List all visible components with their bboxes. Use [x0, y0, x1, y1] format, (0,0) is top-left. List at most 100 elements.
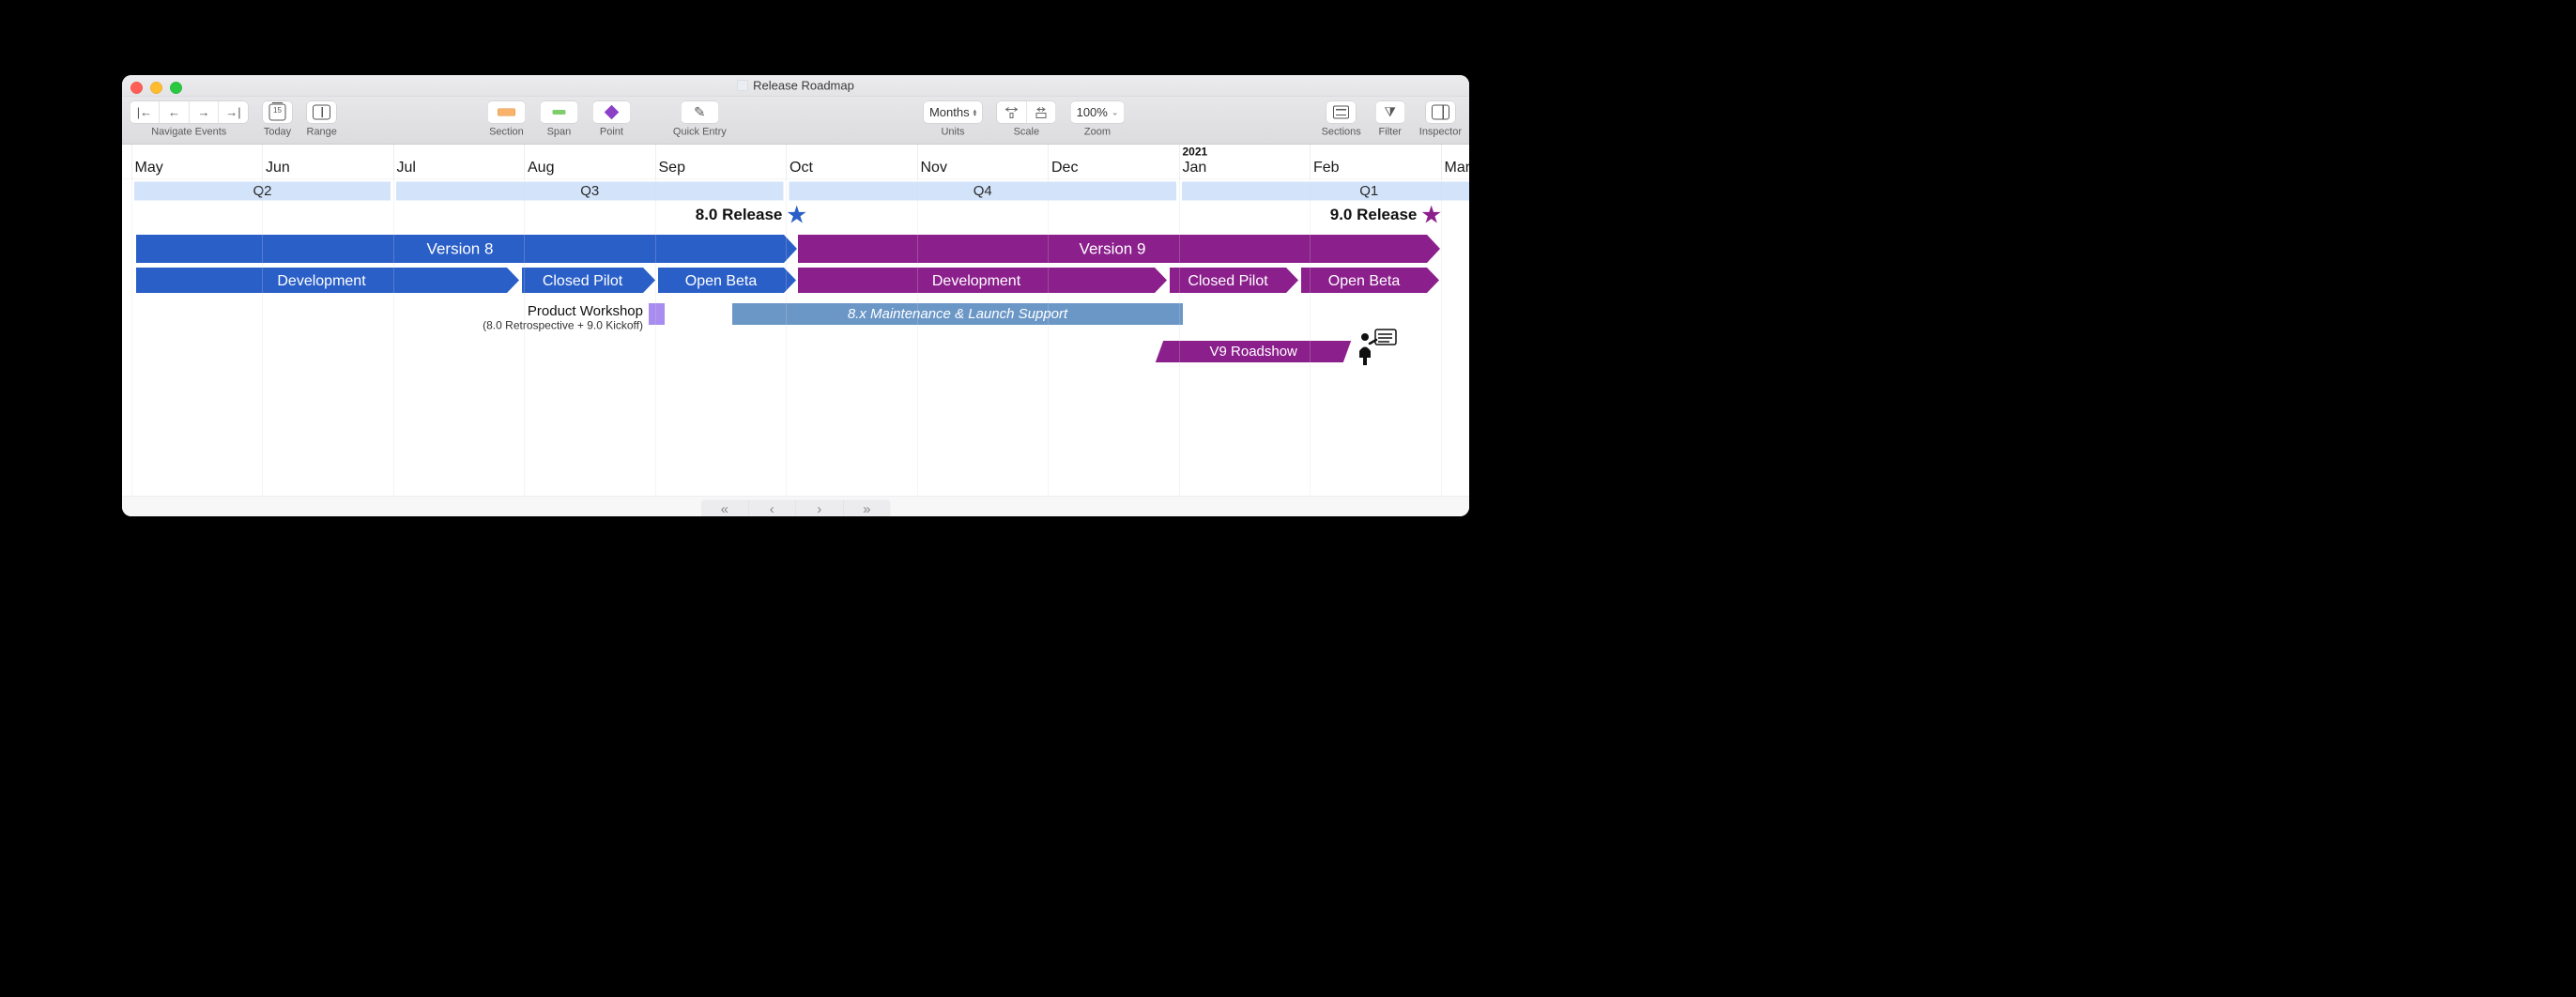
bar-maintenance[interactable]: 8.x Maintenance & Launch Support — [732, 303, 1183, 325]
bar-label: Development — [932, 271, 1020, 289]
nav-next-button[interactable]: → — [190, 101, 220, 124]
milestone-9[interactable]: 9.0 Release ★ — [1330, 202, 1441, 227]
month-header: MayJunJulAugSepOctNovDecJan2021FebMar — [122, 145, 1469, 179]
sections-label: Sections — [1322, 126, 1361, 138]
span-swatch-icon — [552, 110, 565, 115]
filter-icon: ⧩ — [1385, 104, 1396, 120]
gridline — [263, 145, 264, 496]
double-chevron-right-icon: » — [863, 501, 870, 516]
inspector-icon — [1432, 105, 1449, 120]
chevron-right-icon: › — [817, 501, 821, 516]
bar-v8-pilot[interactable]: Closed Pilot — [522, 268, 643, 293]
nav-prev-button[interactable]: ← — [160, 101, 190, 124]
point-swatch-icon — [605, 105, 620, 120]
nav-first-button[interactable]: |← — [130, 101, 160, 124]
stepper-icon: ▴▾ — [974, 109, 977, 116]
page-prev-button[interactable]: ‹ — [748, 500, 796, 517]
units-value: Months — [929, 105, 970, 120]
presenter-icon — [1355, 329, 1397, 372]
gridline — [917, 145, 918, 496]
toolbar: |← ← → →| Navigate Events Today Range Se… — [122, 97, 1469, 146]
month-label: Feb — [1313, 159, 1340, 176]
window: Release Roadmap |← ← → →| Navigate Event… — [122, 75, 1469, 516]
scale-in-icon — [1004, 105, 1020, 120]
nav-last-button[interactable]: →| — [219, 101, 249, 124]
span-tool-button[interactable] — [540, 101, 578, 124]
bar-maintenance-label: 8.x Maintenance & Launch Support — [848, 306, 1067, 322]
filter-button[interactable]: ⧩ — [1375, 101, 1405, 124]
bar-v9-pilot[interactable]: Closed Pilot — [1170, 268, 1286, 293]
gridline — [1179, 145, 1180, 496]
bar-v8-beta[interactable]: Open Beta — [658, 268, 784, 293]
month-label: Aug — [528, 159, 554, 176]
page-first-button[interactable]: « — [701, 500, 749, 517]
bar-version-8-label: Version 8 — [427, 239, 494, 258]
filter-label: Filter — [1379, 126, 1402, 138]
window-close-button[interactable] — [130, 82, 143, 94]
units-dropdown[interactable]: Months ▴▾ — [923, 101, 982, 124]
page-nav: « ‹ › » — [122, 496, 1469, 516]
window-zoom-button[interactable] — [170, 82, 182, 94]
bar-roadshow[interactable]: V9 Roadshow — [1156, 341, 1351, 362]
bar-v9-beta[interactable]: Open Beta — [1301, 268, 1427, 293]
gridline — [1049, 145, 1050, 496]
bar-label: Open Beta — [685, 271, 758, 289]
window-title-text: Release Roadmap — [753, 78, 854, 93]
gantt-content: 8.0 Release ★ 9.0 Release ★ Version 8 Ve… — [122, 202, 1469, 496]
scale-out-icon — [1034, 105, 1049, 120]
month-label: Jan — [1183, 159, 1207, 176]
inspector-button[interactable] — [1425, 101, 1455, 124]
month-label: Jul — [397, 159, 416, 176]
quarter-bar: Q4 — [790, 182, 1177, 201]
bar-version-9[interactable]: Version 9 — [798, 235, 1427, 263]
month-label: Dec — [1051, 159, 1078, 176]
range-label: Range — [307, 126, 337, 138]
milestone-8-label: 8.0 Release — [696, 206, 783, 224]
document-icon — [737, 80, 748, 91]
today-button[interactable] — [263, 101, 293, 124]
nav-label: Navigate Events — [151, 126, 226, 138]
window-minimize-button[interactable] — [150, 82, 162, 94]
prev-icon: ← — [168, 105, 180, 120]
star-icon: ★ — [1421, 202, 1441, 227]
zoom-dropdown[interactable]: 100% ⌄ — [1070, 101, 1125, 124]
gridline — [525, 145, 526, 496]
page-last-button[interactable]: » — [843, 500, 890, 517]
bar-workshop[interactable] — [649, 303, 665, 325]
section-tool-button[interactable] — [487, 101, 526, 124]
month-label: Sep — [659, 159, 685, 176]
today-label: Today — [264, 126, 291, 138]
bar-version-8[interactable]: Version 8 — [136, 235, 784, 263]
window-title: Release Roadmap — [737, 78, 854, 93]
bar-v9-development[interactable]: Development — [798, 268, 1155, 293]
zoom-label: Zoom — [1084, 126, 1111, 138]
quarter-bar: Q3 — [396, 182, 784, 201]
sections-button[interactable] — [1326, 101, 1357, 124]
point-tool-button[interactable] — [592, 101, 631, 124]
inspector-label: Inspector — [1419, 126, 1462, 138]
scale-label: Scale — [1014, 126, 1040, 138]
page-next-button[interactable]: › — [796, 500, 844, 517]
zoom-value: 100% — [1077, 105, 1108, 120]
bar-label: Open Beta — [1328, 271, 1401, 289]
scale-out-button[interactable] — [1027, 101, 1057, 124]
workshop-title: Product Workshop — [263, 303, 643, 319]
bar-roadshow-label: V9 Roadshow — [1209, 344, 1296, 360]
gridline — [1441, 145, 1442, 496]
double-chevron-left-icon: « — [721, 501, 728, 516]
milestone-9-label: 9.0 Release — [1330, 206, 1418, 224]
bar-label: Closed Pilot — [1188, 271, 1267, 289]
scale-in-button[interactable] — [997, 101, 1027, 124]
chevron-left-icon: ‹ — [770, 501, 774, 516]
workshop-label-block: Product Workshop (8.0 Retrospective + 9.… — [263, 303, 643, 332]
timeline-canvas[interactable]: MayJunJulAugSepOctNovDecJan2021FebMar Q2… — [122, 145, 1469, 496]
workshop-subtitle: (8.0 Retrospective + 9.0 Kickoff) — [263, 319, 643, 332]
last-icon: →| — [225, 105, 240, 120]
range-button[interactable] — [307, 101, 337, 124]
milestone-8[interactable]: 8.0 Release ★ — [696, 202, 806, 227]
month-label: Mar — [1445, 159, 1470, 176]
calendar-today-icon — [269, 104, 286, 121]
quarter-bar: Q1 — [1182, 182, 1469, 201]
bar-v8-development[interactable]: Development — [136, 268, 507, 293]
quick-entry-button[interactable]: ✎ — [681, 101, 719, 124]
